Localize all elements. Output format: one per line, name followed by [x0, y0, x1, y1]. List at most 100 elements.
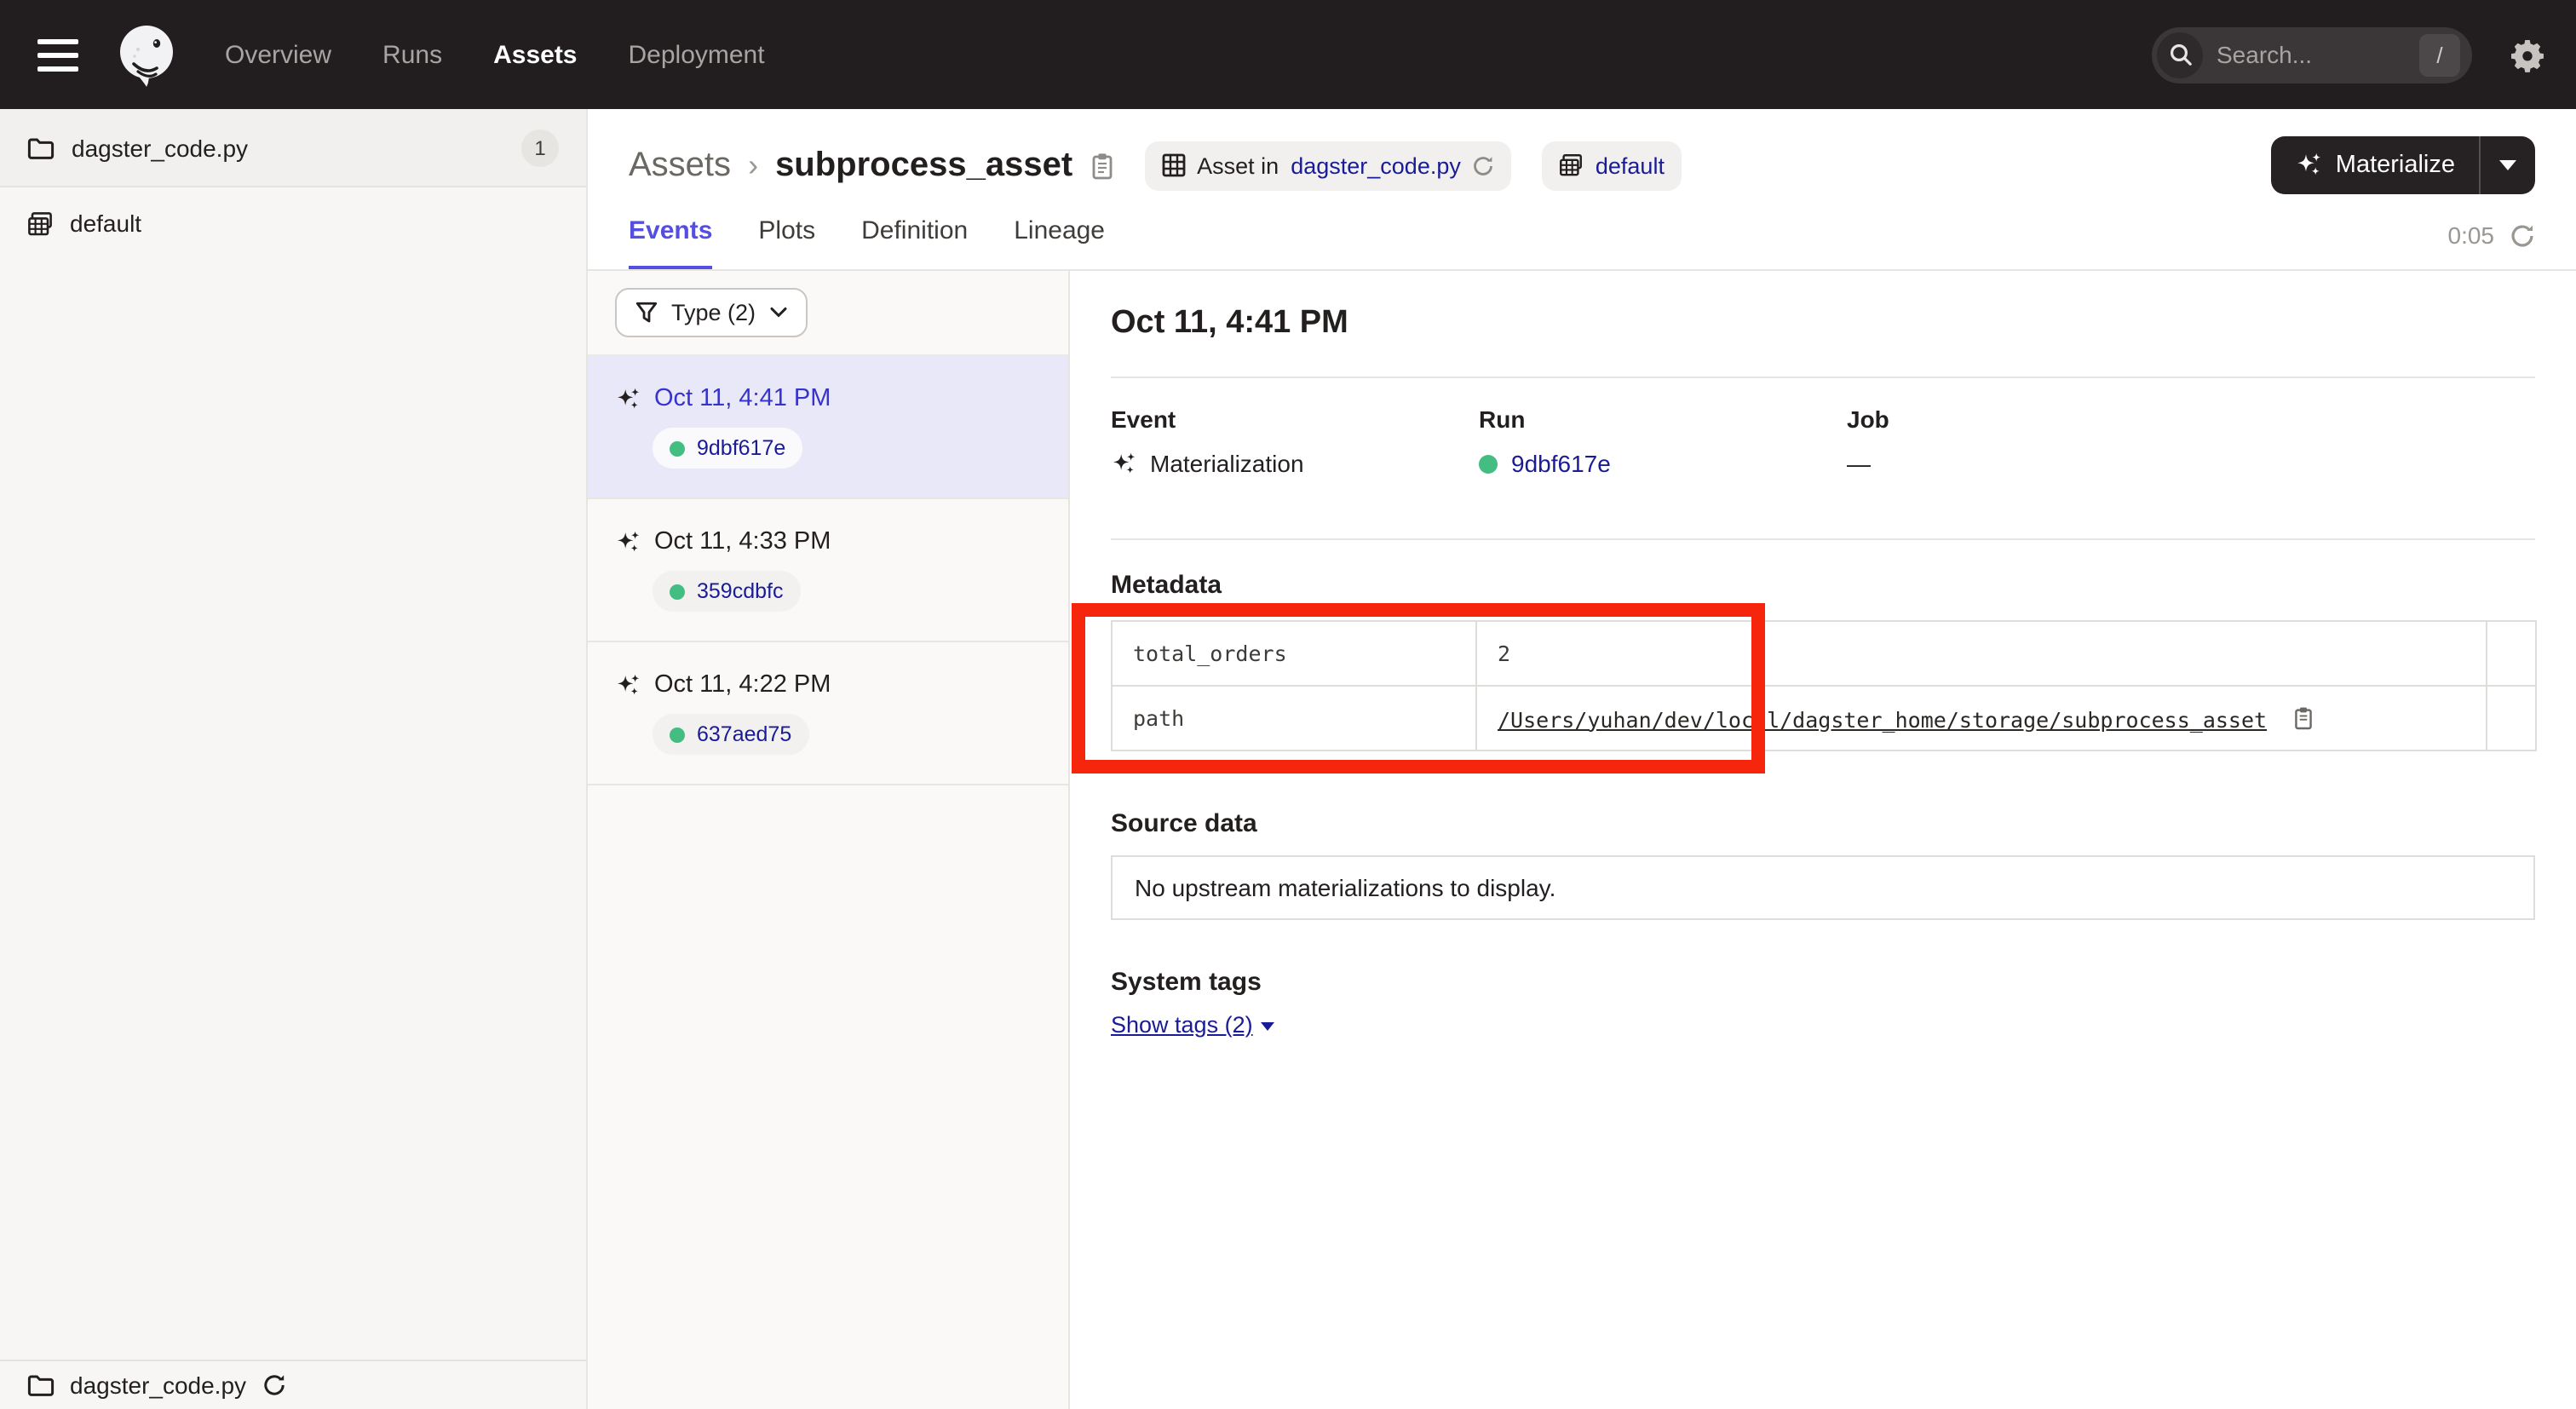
copy-asset-name-icon[interactable]: [1090, 151, 1113, 180]
asset-header: Assets › subprocess_asset Asset in dagst…: [588, 109, 2576, 271]
asset-group-icon: [1560, 153, 1584, 177]
refresh-countdown: 0:05: [2448, 221, 2495, 249]
run-success-dot: [670, 440, 685, 456]
metadata-key: path: [1112, 686, 1476, 751]
asset-badge-code-location-link[interactable]: dagster_code.py: [1291, 152, 1461, 178]
asset-definition-badge: Asset in dagster_code.py: [1144, 141, 1512, 190]
materialize-label: Materialize: [2336, 152, 2455, 179]
event-row-1[interactable]: Oct 11, 4:41 PM 9dbf617e: [588, 356, 1068, 499]
settings-gear-icon[interactable]: [2510, 37, 2545, 72]
event-timestamp[interactable]: Oct 11, 4:33 PM: [654, 528, 831, 555]
source-data-heading: Source data: [1111, 809, 2535, 838]
caret-down-icon: [1262, 1022, 1275, 1031]
job-column-label: Job: [1847, 405, 2215, 433]
search-icon: [2157, 32, 2203, 78]
dagster-logo-icon[interactable]: [112, 20, 181, 89]
metadata-value: 2: [1476, 621, 2487, 686]
metadata-heading: Metadata: [1111, 571, 2535, 600]
nav-assets[interactable]: Assets: [493, 40, 577, 69]
group-badge: default: [1543, 141, 1682, 190]
run-id-link[interactable]: 637aed75: [697, 722, 791, 746]
tab-definition[interactable]: Definition: [861, 216, 968, 269]
group-badge-link[interactable]: default: [1596, 152, 1665, 178]
dagster-app: Overview Runs Assets Deployment /: [0, 0, 2576, 1409]
caret-down-icon: [2499, 160, 2516, 170]
run-id-link[interactable]: 9dbf617e: [1511, 450, 1611, 477]
breadcrumb-separator: ›: [748, 147, 758, 183]
code-location-label: dagster_code.py: [72, 134, 248, 161]
table-row: total_orders 2: [1112, 621, 2536, 686]
run-column-label: Run: [1479, 405, 1847, 433]
refresh-icon[interactable]: [2510, 222, 2535, 248]
nav-overview[interactable]: Overview: [225, 40, 331, 69]
source-data-message-text: No upstream materializations to display.: [1135, 874, 1555, 901]
run-id-link[interactable]: 359cdbfc: [697, 579, 783, 603]
event-type-value: Materialization: [1150, 450, 1304, 477]
event-row-3[interactable]: Oct 11, 4:22 PM 637aed75: [588, 642, 1068, 785]
source-data-message: No upstream materializations to display.: [1111, 855, 2535, 920]
nav-right: /: [2152, 26, 2545, 83]
folder-icon: [27, 1373, 55, 1397]
materialize-dropdown-button[interactable]: [2481, 136, 2535, 194]
reload-definition-icon[interactable]: [1473, 154, 1495, 176]
run-success-dot: [670, 727, 685, 742]
materialization-sparkle-icon: [615, 529, 641, 555]
materialize-button[interactable]: Materialize: [2271, 136, 2479, 194]
menu-icon[interactable]: [37, 38, 78, 71]
tab-lineage[interactable]: Lineage: [1014, 216, 1105, 269]
materialize-split-button: Materialize: [2271, 136, 2535, 194]
nav-links: Overview Runs Assets Deployment: [225, 40, 765, 69]
sidebar-group-default[interactable]: default: [0, 187, 586, 259]
folder-icon: [27, 135, 55, 159]
materialize-sparkle-icon: [2295, 152, 2322, 179]
run-success-dot: [1479, 454, 1498, 473]
copy-path-icon[interactable]: [2293, 704, 2314, 730]
tab-plots[interactable]: Plots: [758, 216, 815, 269]
metadata-table: total_orders 2 path /Users/yuhan/dev/loc…: [1111, 620, 2537, 751]
event-column-label: Event: [1111, 405, 1479, 433]
search-shortcut-key: /: [2419, 33, 2460, 76]
event-row-2[interactable]: Oct 11, 4:33 PM 359cdbfc: [588, 499, 1068, 642]
event-filter-bar: Type (2): [588, 271, 1068, 356]
asset-badge-prefix: Asset in: [1197, 152, 1279, 178]
materialization-sparkle-icon: [615, 672, 641, 698]
footer-code-location-label: dagster_code.py: [70, 1372, 246, 1399]
search-box[interactable]: /: [2152, 26, 2472, 83]
system-tags-heading: System tags: [1111, 968, 2535, 997]
run-id-pill[interactable]: 637aed75: [653, 714, 808, 755]
filter-funnel-icon: [635, 302, 658, 324]
run-id-pill[interactable]: 359cdbfc: [653, 571, 800, 612]
run-id-link[interactable]: 9dbf617e: [697, 436, 785, 460]
event-timestamp[interactable]: Oct 11, 4:41 PM: [654, 385, 831, 412]
run-success-dot: [670, 584, 685, 599]
metadata-value: /Users/yuhan/dev/local/dagster_home/stor…: [1476, 686, 2487, 751]
show-tags-toggle[interactable]: Show tags (2): [1111, 1012, 1275, 1038]
tab-events[interactable]: Events: [629, 216, 712, 269]
type-filter-button[interactable]: Type (2): [615, 288, 807, 337]
materialization-sparkle-icon: [615, 386, 641, 411]
code-location-count-badge: 1: [521, 129, 559, 166]
event-detail-title: Oct 11, 4:41 PM: [1111, 302, 2535, 346]
page-title: subprocess_asset: [775, 146, 1072, 185]
table-row: path /Users/yuhan/dev/local/dagster_home…: [1112, 686, 2536, 751]
asset-icon: [1161, 153, 1185, 177]
chevron-down-icon: [769, 307, 786, 319]
show-tags-label: Show tags (2): [1111, 1012, 1253, 1038]
type-filter-label: Type (2): [671, 300, 756, 325]
asset-sidebar: dagster_code.py 1 default dagster_code.p…: [0, 109, 588, 1409]
search-input[interactable]: [2217, 41, 2387, 68]
run-id-pill[interactable]: 9dbf617e: [653, 428, 802, 469]
event-detail-panel: Oct 11, 4:41 PM Event Materialization: [1070, 271, 2576, 1409]
materialization-sparkle-icon: [1111, 451, 1136, 476]
event-timestamp[interactable]: Oct 11, 4:22 PM: [654, 671, 831, 699]
job-value: —: [1847, 450, 1871, 477]
asset-tabs: Events Plots Definition Lineage 0:05: [629, 216, 2535, 269]
sidebar-code-location[interactable]: dagster_code.py 1: [0, 109, 586, 187]
nav-deployment[interactable]: Deployment: [629, 40, 765, 69]
reload-icon[interactable]: [262, 1373, 285, 1397]
group-label: default: [70, 210, 141, 237]
breadcrumb-assets[interactable]: Assets: [629, 146, 731, 185]
nav-runs[interactable]: Runs: [382, 40, 442, 69]
event-list-panel: Type (2) Oct 11, 4:41 PM: [588, 271, 1070, 1409]
path-link[interactable]: /Users/yuhan/dev/local/dagster_home/stor…: [1498, 706, 2267, 732]
